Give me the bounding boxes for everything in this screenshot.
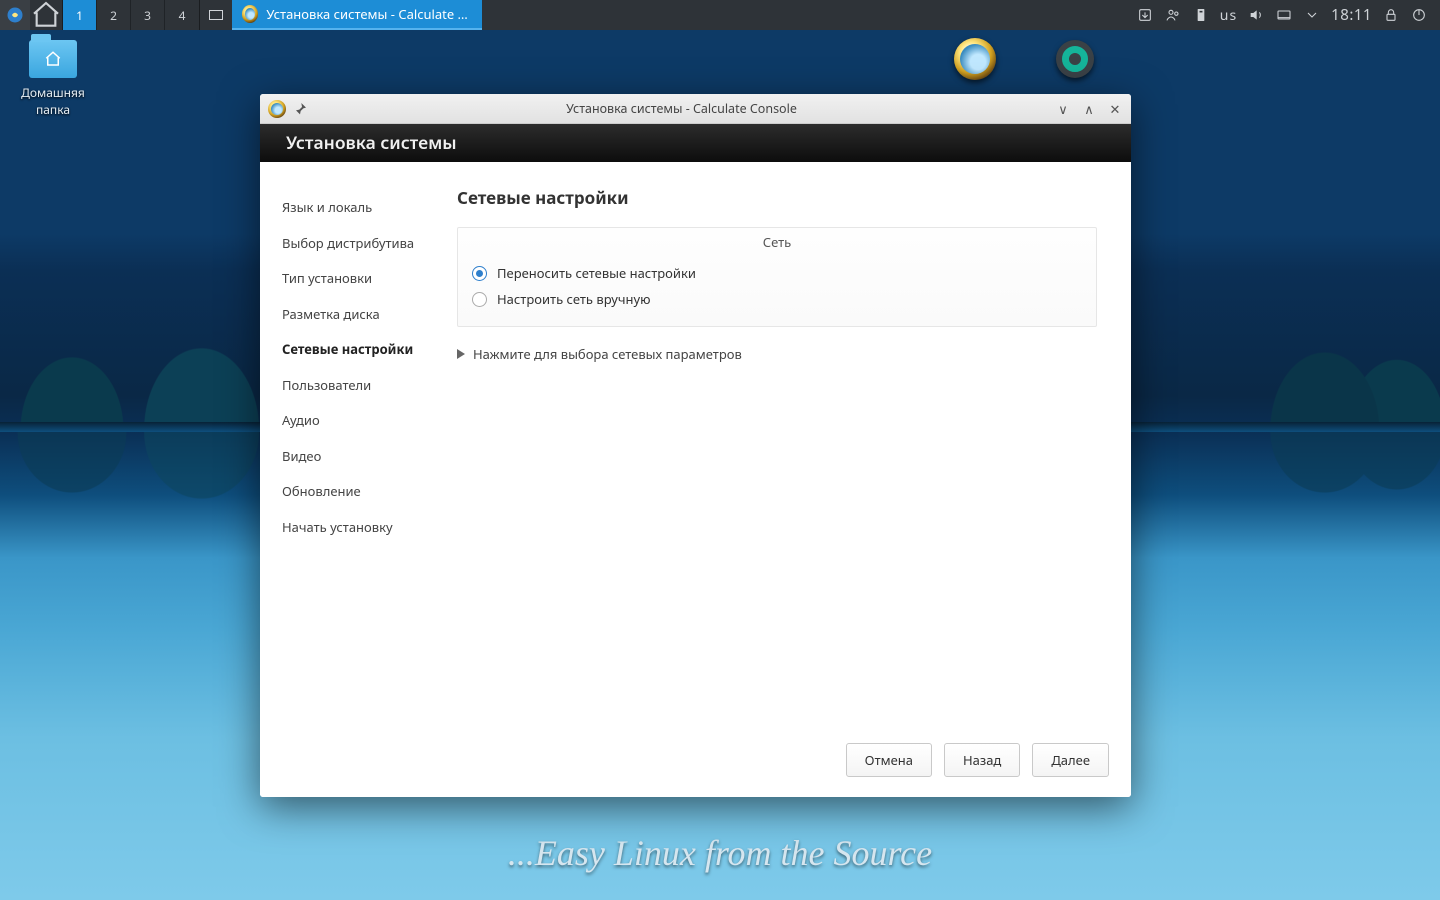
network-fieldset: Сеть Переносить сетевые настройки Настро… bbox=[457, 227, 1097, 327]
present-windows-button[interactable] bbox=[200, 0, 232, 30]
triangle-right-icon bbox=[457, 349, 465, 359]
step-video[interactable]: Видео bbox=[260, 439, 445, 475]
tray-lock-icon[interactable] bbox=[1382, 6, 1400, 24]
disc-icon bbox=[242, 5, 258, 23]
window-maximize-button[interactable]: ∧ bbox=[1081, 100, 1097, 118]
installer-banner: Установка системы bbox=[260, 124, 1131, 162]
expander-label: Нажмите для выбора сетевых параметров bbox=[473, 345, 742, 363]
step-network[interactable]: Сетевые настройки bbox=[260, 332, 445, 368]
ring-icon bbox=[1056, 40, 1094, 78]
taskbar: 1 2 3 4 Установка системы - Calculate Co… bbox=[0, 0, 1440, 30]
step-language[interactable]: Язык и локаль bbox=[260, 190, 445, 226]
radio-transfer-label: Переносить сетевые настройки bbox=[497, 264, 696, 282]
step-users[interactable]: Пользователи bbox=[260, 368, 445, 404]
taskbar-entry-installer[interactable]: Установка системы - Calculate Con... bbox=[232, 0, 482, 30]
rectangle-icon bbox=[209, 10, 223, 20]
window-app-icon bbox=[268, 100, 286, 118]
radio-icon bbox=[472, 292, 487, 307]
pager-desktop-3[interactable]: 3 bbox=[131, 0, 165, 30]
home-folder-icon[interactable]: Домашняя папка bbox=[8, 40, 98, 118]
folder-icon bbox=[29, 40, 77, 78]
back-button[interactable]: Назад bbox=[944, 743, 1020, 777]
tray-network-icon[interactable] bbox=[1275, 6, 1293, 24]
tray-volume-icon[interactable] bbox=[1247, 6, 1265, 24]
radio-manual-settings[interactable]: Настроить сеть вручную bbox=[472, 286, 1082, 312]
step-audio[interactable]: Аудио bbox=[260, 403, 445, 439]
clock[interactable]: 18:11 bbox=[1331, 5, 1372, 25]
installer-sidebar: Язык и локаль Выбор дистрибутива Тип уст… bbox=[260, 162, 445, 735]
system-tray: us 18:11 bbox=[1136, 5, 1440, 25]
tray-updates-icon[interactable] bbox=[1136, 6, 1154, 24]
installer-main: Сетевые настройки Сеть Переносить сетевы… bbox=[445, 162, 1131, 735]
step-begin[interactable]: Начать установку bbox=[260, 510, 445, 546]
network-params-expander[interactable]: Нажмите для выбора сетевых параметров bbox=[457, 345, 1097, 363]
step-install-type[interactable]: Тип установки bbox=[260, 261, 445, 297]
keyboard-layout-indicator[interactable]: us bbox=[1220, 6, 1237, 25]
pager-desktop-1[interactable]: 1 bbox=[63, 0, 97, 30]
installer-footer: Отмена Назад Далее bbox=[260, 735, 1131, 797]
tray-disk-icon[interactable] bbox=[1192, 6, 1210, 24]
step-partitioning[interactable]: Разметка диска bbox=[260, 297, 445, 333]
installer-window: Установка системы - Calculate Console ∨ … bbox=[260, 94, 1131, 797]
show-desktop-button[interactable] bbox=[30, 0, 62, 30]
installer-desktop-icon[interactable] bbox=[930, 38, 1020, 84]
tray-power-icon[interactable] bbox=[1410, 6, 1428, 24]
step-update[interactable]: Обновление bbox=[260, 474, 445, 510]
taskbar-entry-label: Установка системы - Calculate Con... bbox=[266, 5, 472, 23]
radio-icon bbox=[472, 266, 487, 281]
window-minimize-button[interactable]: ∨ bbox=[1055, 100, 1071, 118]
page-heading: Сетевые настройки bbox=[457, 186, 1097, 209]
cancel-button[interactable]: Отмена bbox=[846, 743, 932, 777]
window-close-button[interactable]: ✕ bbox=[1107, 100, 1123, 118]
pager-desktop-4[interactable]: 4 bbox=[165, 0, 199, 30]
virtual-desktop-pager: 1 2 3 4 bbox=[62, 0, 200, 30]
tray-user-icon[interactable] bbox=[1164, 6, 1182, 24]
window-titlebar[interactable]: Установка системы - Calculate Console ∨ … bbox=[260, 94, 1131, 124]
window-title: Установка системы - Calculate Console bbox=[308, 100, 1055, 117]
installer-banner-title: Установка системы bbox=[286, 131, 457, 155]
wallpaper-slogan: ...Easy Linux from the Source bbox=[0, 832, 1440, 874]
start-button[interactable] bbox=[0, 0, 30, 30]
step-distribution[interactable]: Выбор дистрибутива bbox=[260, 226, 445, 262]
radio-manual-label: Настроить сеть вручную bbox=[497, 290, 650, 308]
pager-desktop-2[interactable]: 2 bbox=[97, 0, 131, 30]
app-desktop-icon[interactable] bbox=[1030, 40, 1120, 82]
disc-icon bbox=[954, 38, 996, 80]
radio-transfer-settings[interactable]: Переносить сетевые настройки bbox=[472, 260, 1082, 286]
tray-expand-icon[interactable] bbox=[1303, 6, 1321, 24]
fieldset-legend: Сеть bbox=[458, 228, 1096, 256]
pin-icon[interactable] bbox=[292, 101, 308, 117]
next-button[interactable]: Далее bbox=[1032, 743, 1109, 777]
home-folder-label: Домашняя папка bbox=[8, 84, 98, 118]
